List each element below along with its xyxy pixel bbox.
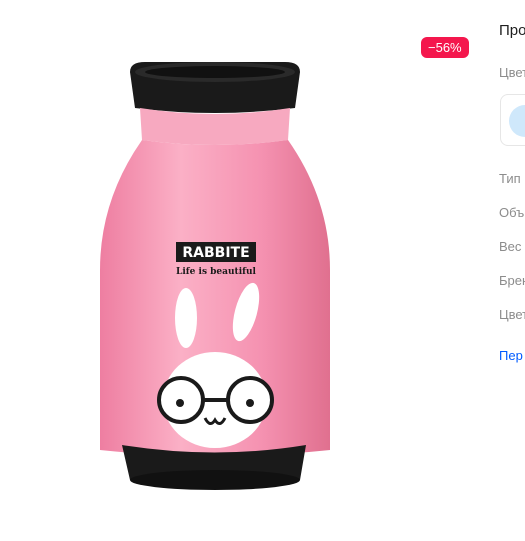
specs-link[interactable]: Пер: [499, 348, 523, 363]
discount-badge: −56%: [421, 37, 469, 58]
spec-volume-label: Объ: [499, 205, 525, 220]
color-label: Цвет: [499, 65, 525, 80]
spec-color-label: Цвет: [499, 307, 525, 322]
product-gallery: RABBITE Life is beautiful −56%: [0, 0, 480, 541]
slogan-label: Life is beautiful: [176, 267, 256, 277]
spec-brand-label: Брен: [499, 273, 525, 288]
color-swatch-dot: [509, 105, 525, 137]
color-swatch-option[interactable]: [500, 94, 525, 146]
product-image[interactable]: RABBITE Life is beautiful: [100, 50, 330, 510]
product-title: Про: [499, 22, 525, 39]
spec-weight-label: Вес: [499, 239, 522, 254]
product-info-panel: Про Цвет Тип Объ Вес Брен Цвет Пер: [499, 0, 525, 541]
brand-label: RABBITE: [182, 245, 249, 261]
spec-type-label: Тип: [499, 171, 521, 186]
